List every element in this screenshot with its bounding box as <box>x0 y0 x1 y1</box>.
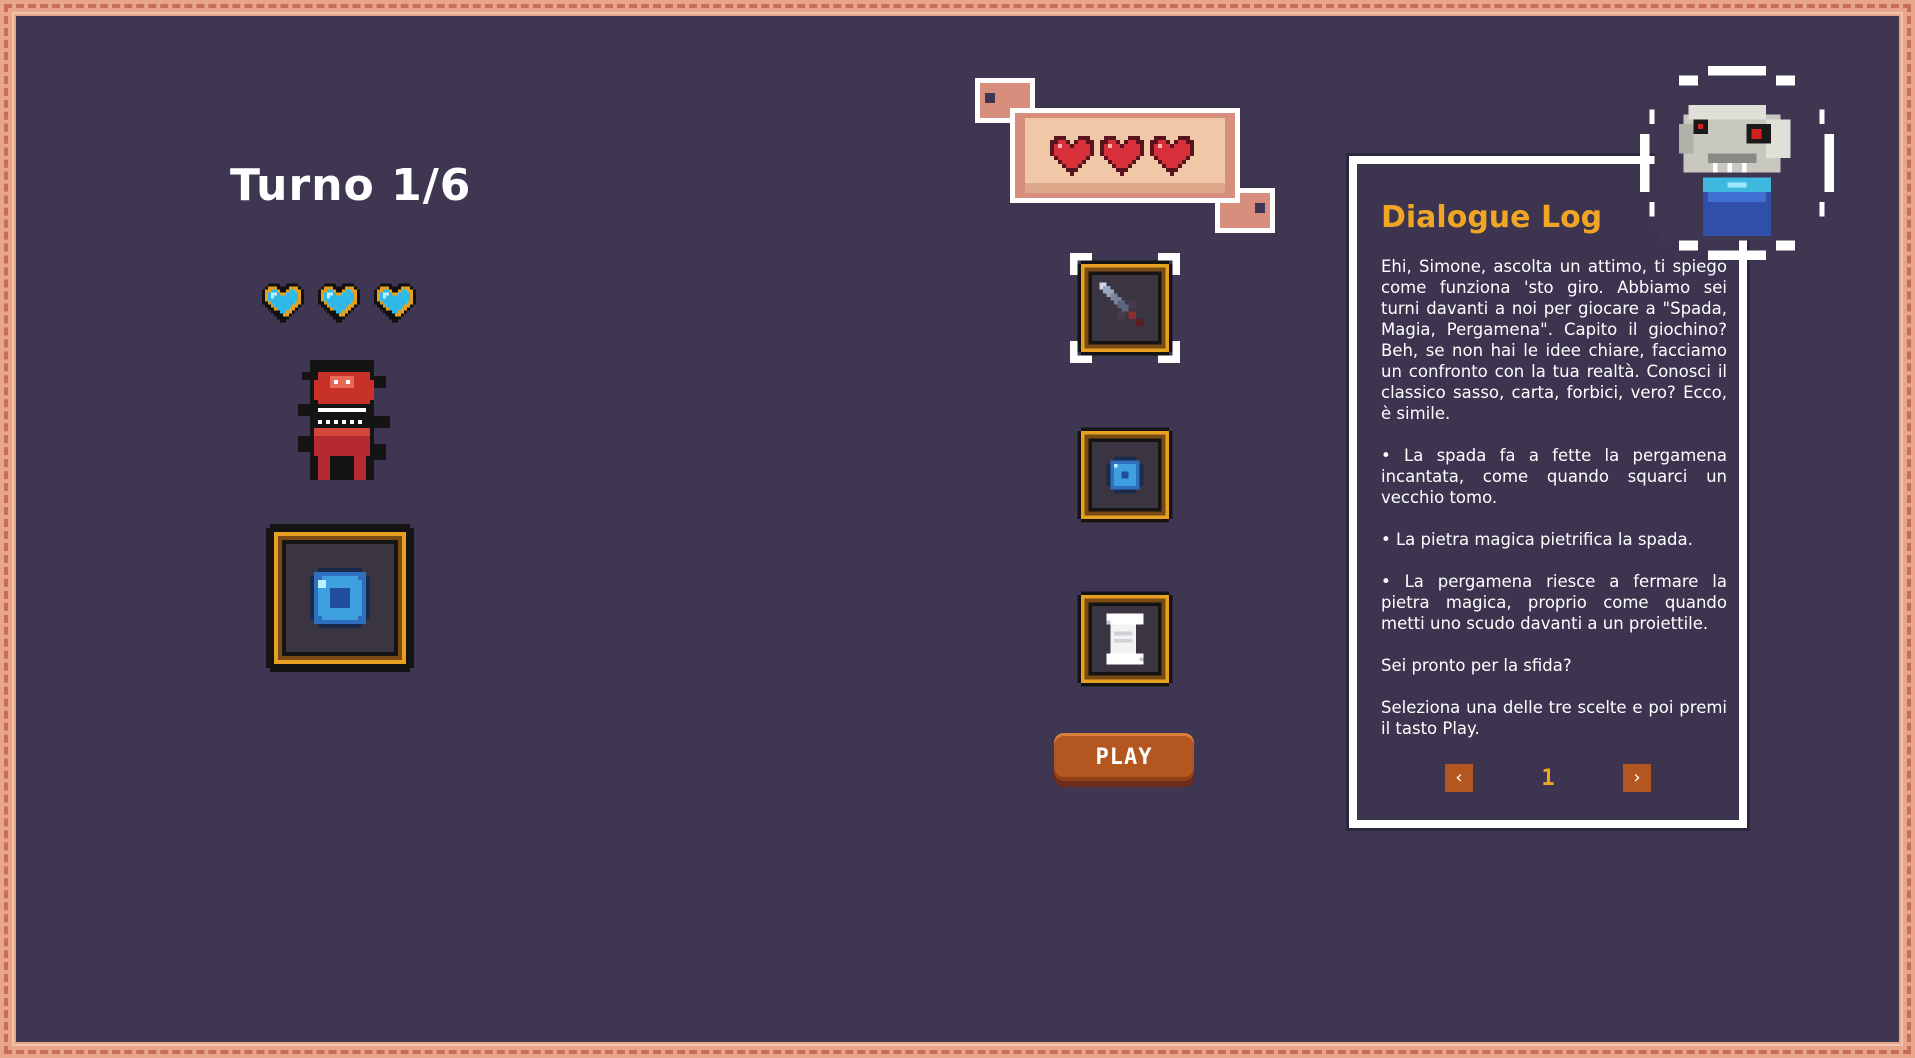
red-heart-icon <box>1150 136 1194 176</box>
player-lives <box>1050 136 1194 176</box>
choice-scroll-button[interactable] <box>1070 584 1180 694</box>
magic-gem-icon <box>310 568 370 628</box>
enemy-lives <box>262 282 416 324</box>
dialogue-paragraph: Ehi, Simone, ascolta un attimo, ti spieg… <box>1381 257 1727 423</box>
magic-gem-icon <box>1106 456 1144 494</box>
next-page-button[interactable]: › <box>1623 764 1651 792</box>
chevron-right-icon: › <box>1633 767 1641 788</box>
blue-heart-icon <box>262 283 304 323</box>
prev-page-button[interactable]: ‹ <box>1445 764 1473 792</box>
turn-counter: Turno 1/6 <box>230 160 472 211</box>
choice-magic-gem-button[interactable] <box>1070 420 1180 530</box>
choice-sword-button[interactable] <box>1070 253 1180 363</box>
blue-heart-icon <box>318 283 360 323</box>
enemy-choice-slot <box>266 524 414 672</box>
enemy-monster-sprite <box>298 360 390 480</box>
dialogue-pager: ‹ 1 › <box>1357 764 1739 792</box>
red-heart-icon <box>1100 136 1144 176</box>
dialogue-text: Ehi, Simone, ascolta un attimo, ti spieg… <box>1381 256 1727 760</box>
red-heart-icon <box>1050 136 1094 176</box>
dialogue-paragraph: Seleziona una delle tre scelte e poi pre… <box>1381 698 1727 738</box>
dialogue-paragraph: • La pergamena riesce a fermare la pietr… <box>1381 572 1727 633</box>
play-button[interactable]: PLAY <box>1054 733 1194 781</box>
dialogue-paragraph: Sei pronto per la sfida? <box>1381 656 1572 675</box>
page-number: 1 <box>1541 765 1555 791</box>
dialogue-paragraph: • La pietra magica pietrifica la spada. <box>1381 530 1693 549</box>
blue-heart-icon <box>374 283 416 323</box>
narrator-avatar <box>1640 66 1834 260</box>
dialogue-paragraph: • La spada fa a fette la pergamena incan… <box>1381 446 1727 507</box>
chevron-left-icon: ‹ <box>1455 767 1463 788</box>
dialogue-title: Dialogue Log <box>1381 200 1603 235</box>
